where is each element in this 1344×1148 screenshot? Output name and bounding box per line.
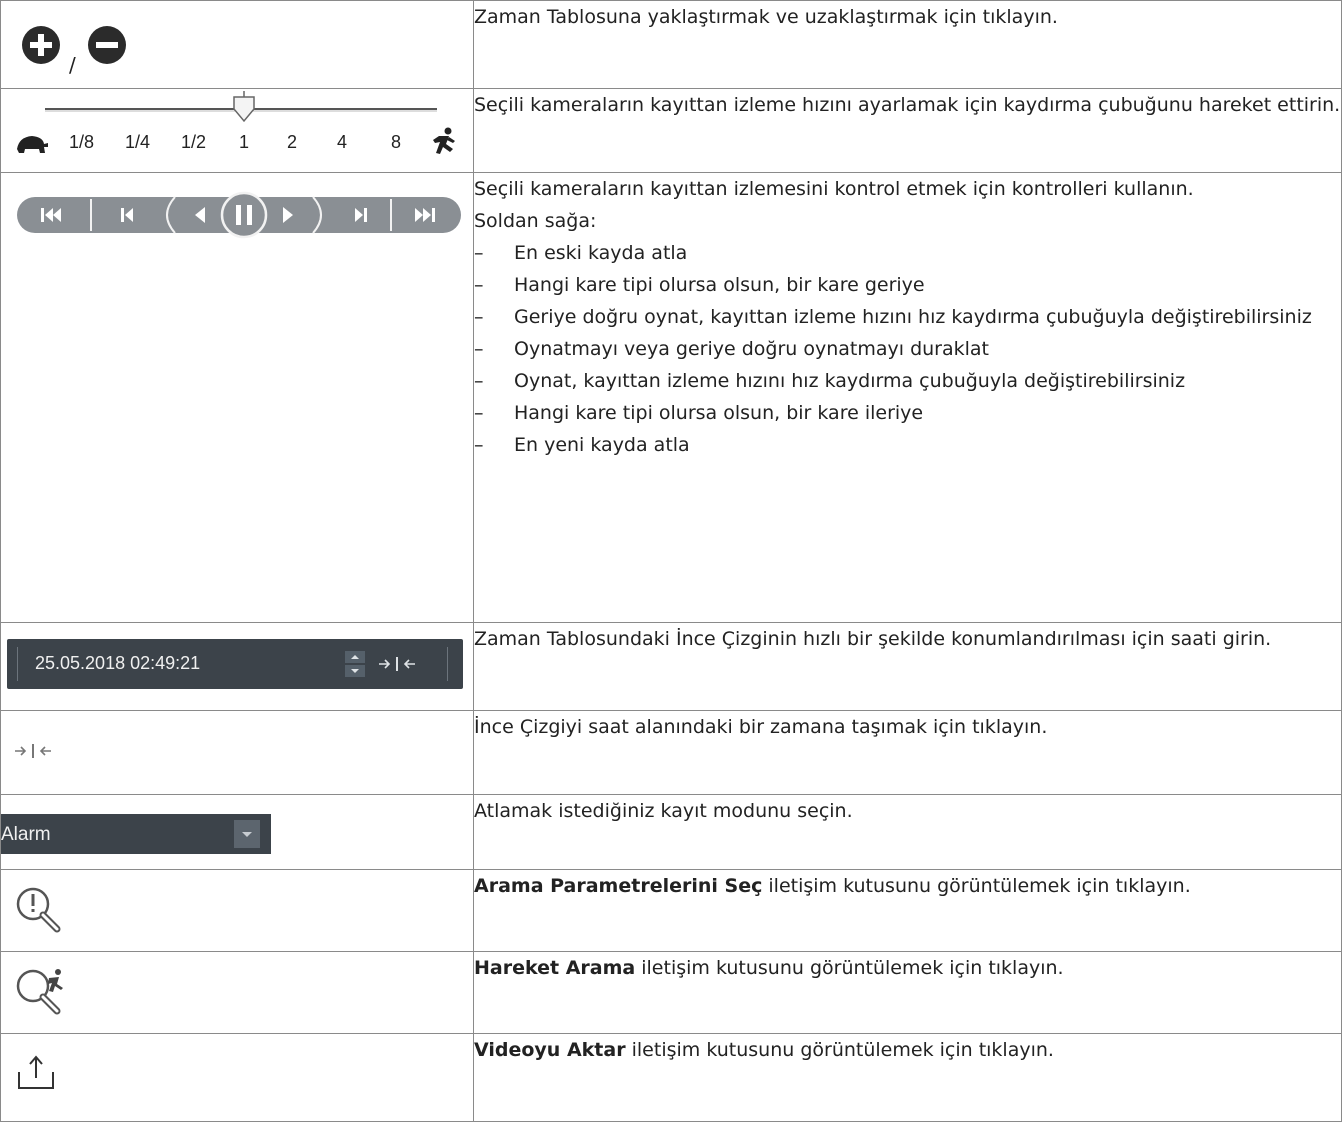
icon-cell xyxy=(0,869,474,952)
list-item-text: Oynatmayı veya geriye doğru oynatmayı du… xyxy=(514,338,990,360)
time-field[interactable]: 25.05.2018 02:49:21 xyxy=(35,653,200,674)
list-item-text: En yeni kayda atla xyxy=(514,434,690,456)
speed-label: 4 xyxy=(337,132,348,152)
dialog-name: Videoyu Aktar xyxy=(474,1039,626,1061)
dash-marker: – xyxy=(474,402,484,424)
turtle-icon xyxy=(17,136,48,153)
order-label: Soldan sağa: xyxy=(474,210,597,232)
export-video-icon[interactable] xyxy=(17,1054,57,1094)
list-item: – Oynat, kayıttan izleme hızını hız kaydı… xyxy=(474,365,1341,397)
move-hairline-icon[interactable] xyxy=(13,741,55,761)
speed-label: 1/8 xyxy=(69,132,95,152)
table-row: İnce Çizgiyi saat alanındaki bir zamana … xyxy=(0,710,1342,795)
table-row: Seçili kameraların kayıttan izlemesini k… xyxy=(0,172,1342,623)
icon-cell xyxy=(0,172,474,623)
list-item: – Hangi kare tipi olursa olsun, bir kare … xyxy=(474,397,1341,429)
dash-marker: – xyxy=(474,434,484,456)
icon-cell: 1/8 1/4 1/2 1 2 4 8 xyxy=(0,88,474,173)
table-row: Hareket Arama iletişim kutusunu görüntül… xyxy=(0,951,1342,1034)
list-item: – En eski kayda atla xyxy=(474,237,1341,269)
list-item-text: Oynat, kayıttan izleme hızını hız kaydır… xyxy=(514,370,1186,392)
intro-text: Seçili kameraların kayıttan izlemesini k… xyxy=(474,178,1194,200)
recording-mode-dropdown[interactable]: Alarm xyxy=(1,814,271,854)
list-item: – Oynatmayı veya geriye doğru oynatmayı d… xyxy=(474,333,1341,365)
description-cell: Hareket Arama iletişim kutusunu görüntül… xyxy=(473,951,1342,1034)
time-spinner[interactable] xyxy=(345,651,365,677)
time-input-bar: 25.05.2018 02:49:21 xyxy=(7,639,463,689)
dialog-name: Arama Parametrelerini Seç xyxy=(474,875,763,897)
dash-marker: – xyxy=(474,338,484,360)
speed-label: 2 xyxy=(287,132,298,152)
list-item-text: En eski kayda atla xyxy=(514,242,688,264)
description-cell: İnce Çizgiyi saat alanındaki bir zamana … xyxy=(473,710,1342,795)
speed-label: 1/4 xyxy=(125,132,151,152)
dash-marker: – xyxy=(474,274,484,296)
icon-cell xyxy=(0,951,474,1034)
icon-cell xyxy=(0,710,474,795)
description-cell: Atlamak istediğiniz kayıt modunu seçin. xyxy=(473,794,1342,870)
description-text: iletişim kutusunu görüntülemek için tıkl… xyxy=(635,957,1064,979)
icon-separator: / xyxy=(69,53,76,77)
list-item-text: Hangi kare tipi olursa olsun, bir kare g… xyxy=(514,274,925,296)
description-cell: Zaman Tablosundaki İnce Çizginin hızlı b… xyxy=(473,622,1342,711)
search-parameters-icon[interactable] xyxy=(13,884,65,938)
table-row: 25.05.2018 02:49:21 Zaman Tablosundaki İ… xyxy=(0,622,1342,711)
running-person-icon xyxy=(433,127,455,154)
description-cell: Seçili kameraların kayıttan izlemesini k… xyxy=(473,172,1342,623)
speed-label: 1/2 xyxy=(181,132,207,152)
zoom-out-icon[interactable] xyxy=(87,25,127,65)
description-text: iletişim kutusunu görüntülemek için tıkl… xyxy=(625,1039,1054,1061)
list-item-text: Hangi kare tipi olursa olsun, bir kare i… xyxy=(514,402,924,424)
speed-label: 1 xyxy=(239,132,250,152)
list-item: – En yeni kayda atla xyxy=(474,429,1341,461)
dash-marker: – xyxy=(474,242,484,264)
table-row: Alarm Atlamak istediğiniz kayıt modunu s… xyxy=(0,794,1342,870)
dropdown-button[interactable] xyxy=(234,820,260,848)
table-row: Videoyu Aktar iletişim kutusunu görüntül… xyxy=(0,1033,1342,1122)
zoom-in-icon[interactable] xyxy=(21,25,61,65)
description-cell: Seçili kameraların kayıttan izleme hızın… xyxy=(473,88,1342,173)
icon-cell: 25.05.2018 02:49:21 xyxy=(0,622,474,711)
description-text: iletişim kutusunu görüntülemek için tıkl… xyxy=(762,875,1191,897)
list-item-text: Geriye doğru oynat, kayıttan izleme hızı… xyxy=(514,306,1312,328)
chevron-down-icon xyxy=(242,832,252,837)
playback-controls xyxy=(17,191,461,239)
icon-cell: / xyxy=(0,0,474,89)
dialog-name: Hareket Arama xyxy=(474,957,636,979)
table-row: 1/8 1/4 1/2 1 2 4 8 Seçili kameraların k… xyxy=(0,88,1342,173)
speed-slider-thumb[interactable] xyxy=(231,89,257,123)
description-cell: Zaman Tablosuna yaklaştırmak ve uzaklaşt… xyxy=(473,0,1342,89)
speed-label: 8 xyxy=(391,132,402,152)
description-cell: Videoyu Aktar iletişim kutusunu görüntül… xyxy=(473,1033,1342,1122)
dropdown-value: Alarm xyxy=(1,824,51,845)
list-item: – Geriye doğru oynat, kayıttan izleme hız… xyxy=(474,301,1341,333)
table-row: / Zaman Tablosuna yaklaştırmak ve uzakla… xyxy=(0,0,1342,89)
dash-marker: – xyxy=(474,306,484,328)
icon-cell: Alarm xyxy=(0,794,474,870)
move-hairline-icon[interactable] xyxy=(377,654,417,674)
table-row: Arama Parametrelerini Seç iletişim kutus… xyxy=(0,869,1342,952)
dash-marker: – xyxy=(474,370,484,392)
list-item: – Hangi kare tipi olursa olsun, bir kare … xyxy=(474,269,1341,301)
icon-cell xyxy=(0,1033,474,1122)
icon-description-table: / Zaman Tablosuna yaklaştırmak ve uzakla… xyxy=(0,0,1342,1122)
motion-search-icon[interactable] xyxy=(13,966,69,1020)
description-cell: Arama Parametrelerini Seç iletişim kutus… xyxy=(473,869,1342,952)
